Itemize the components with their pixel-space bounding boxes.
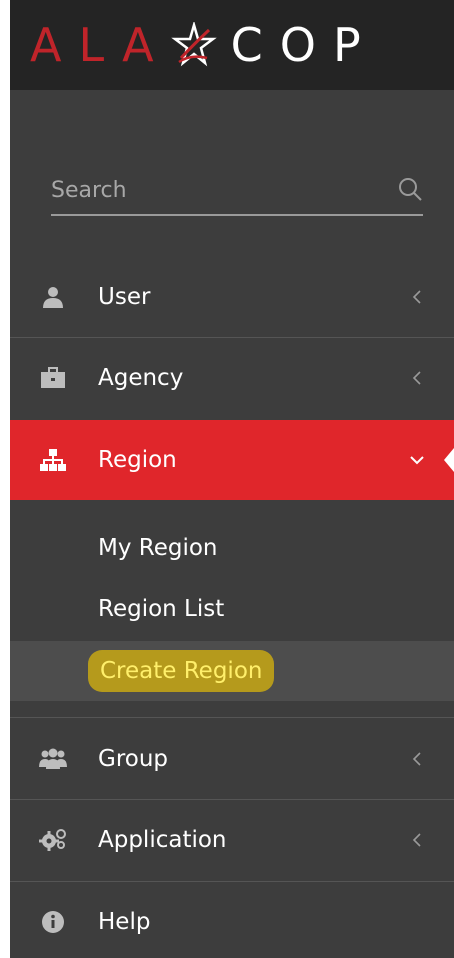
region-submenu: My Region Region List Create Region — [10, 500, 454, 716]
menu-item-application[interactable]: Application — [10, 800, 454, 880]
divider — [10, 717, 454, 718]
menu-item-group[interactable]: Group — [10, 719, 454, 799]
active-indicator — [444, 448, 454, 472]
logo-text-ala: ALA — [30, 18, 171, 72]
star-book-icon — [170, 22, 217, 67]
submenu-item-region-list[interactable]: Region List — [10, 579, 454, 639]
menu-item-label: Group — [98, 746, 169, 772]
submenu-item-label: Region List — [98, 596, 225, 622]
submenu-item-label: Create Region — [88, 650, 275, 692]
chevron-left-icon — [406, 748, 428, 770]
submenu-item-my-region[interactable]: My Region — [10, 518, 454, 578]
search-icon[interactable] — [397, 176, 423, 202]
logo-bar: ALA COP — [10, 0, 454, 90]
chevron-down-icon — [406, 449, 428, 471]
sitemap-icon — [39, 446, 67, 474]
chevron-left-icon — [406, 367, 428, 389]
menu-item-region[interactable]: Region — [10, 420, 454, 500]
logo-text-cop: COP — [230, 18, 378, 72]
user-icon — [39, 283, 67, 311]
search-box — [51, 170, 423, 216]
menu-item-help[interactable]: Help — [10, 882, 454, 958]
menu-item-label: User — [98, 284, 151, 310]
info-icon — [39, 908, 67, 936]
menu-item-user[interactable]: User — [10, 257, 454, 337]
menu-item-label: Application — [98, 827, 227, 853]
logo[interactable]: ALA COP — [30, 16, 378, 74]
gears-icon — [39, 826, 67, 854]
menu-item-label: Agency — [98, 365, 184, 391]
menu-item-agency[interactable]: Agency — [10, 338, 454, 418]
menu-item-label: Region — [98, 447, 177, 473]
briefcase-icon — [39, 364, 67, 392]
chevron-left-icon — [406, 286, 428, 308]
submenu-item-create-region[interactable]: Create Region — [10, 641, 454, 701]
menu-item-label: Help — [98, 909, 151, 935]
sidebar: ALA COP User — [10, 0, 454, 958]
chevron-left-icon — [406, 829, 428, 851]
search-input[interactable] — [51, 170, 381, 210]
group-icon — [39, 745, 67, 773]
submenu-item-label: My Region — [98, 535, 218, 561]
